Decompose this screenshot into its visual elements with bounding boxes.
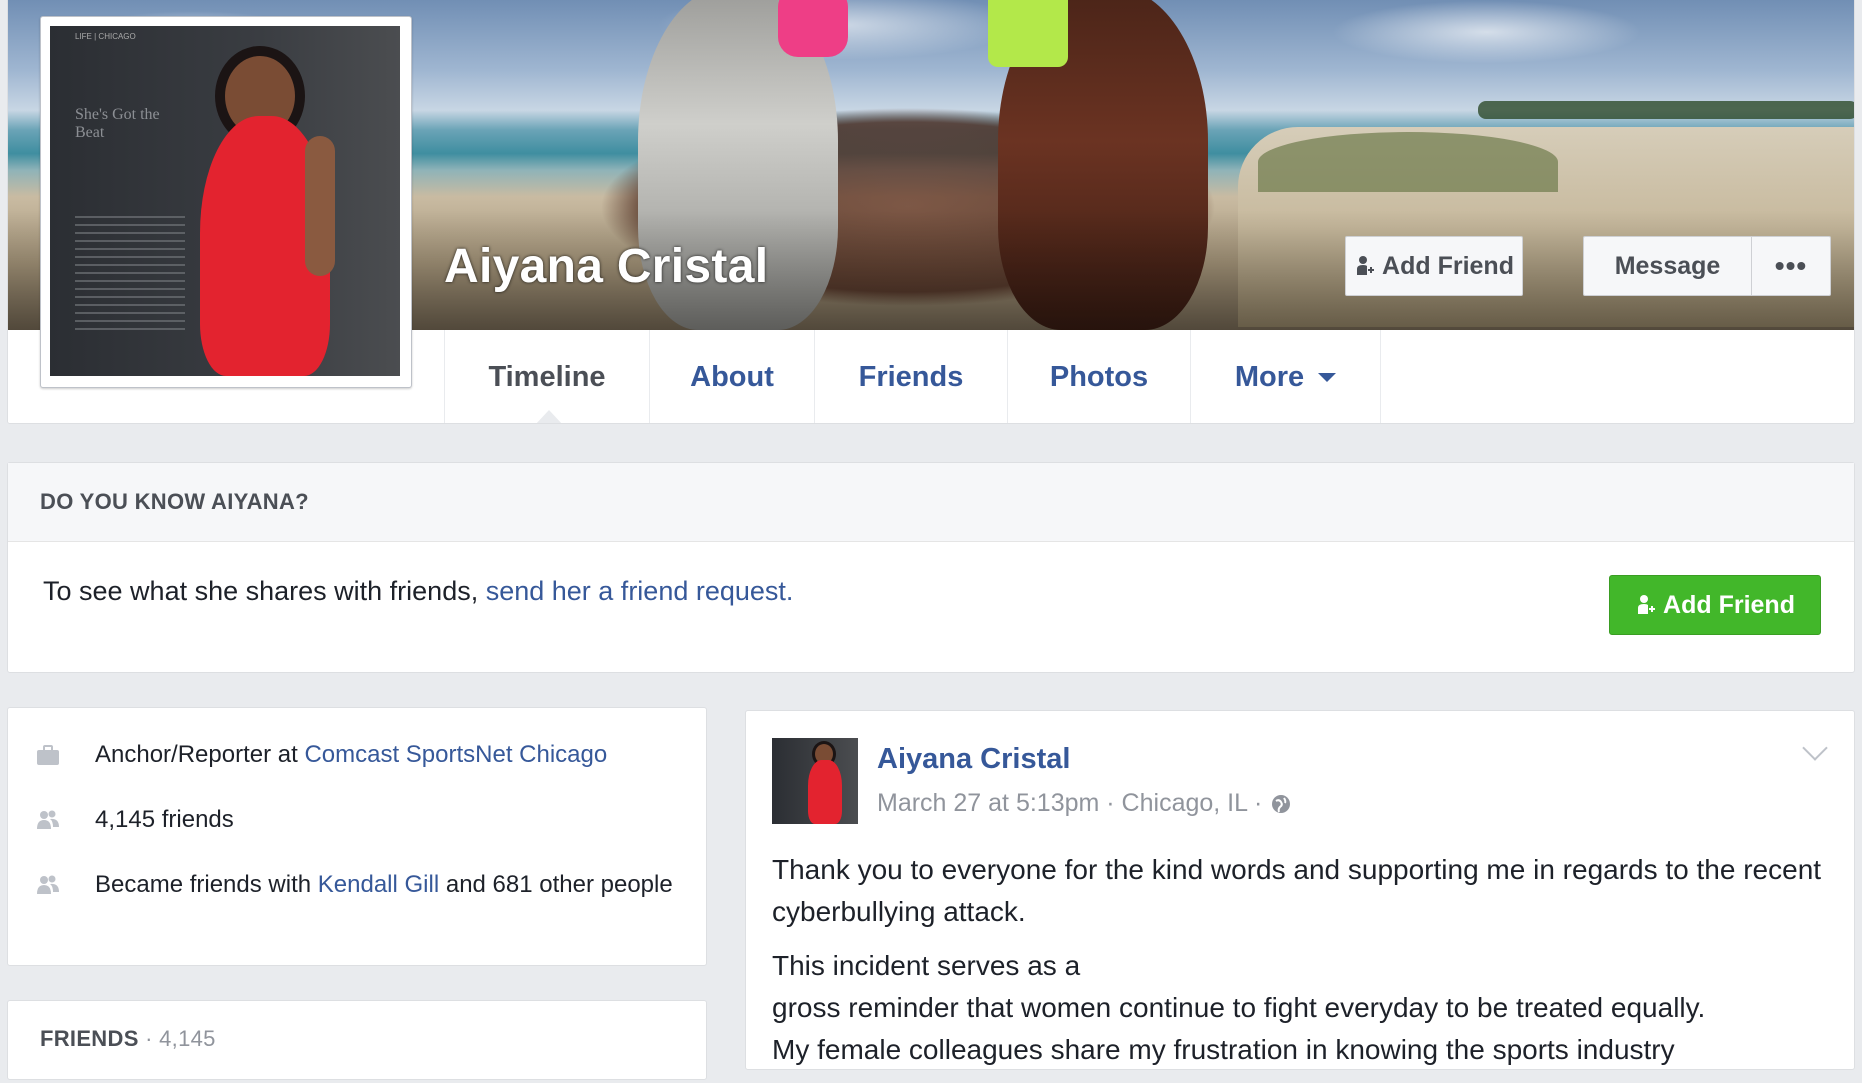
add-friend-icon bbox=[1357, 256, 1375, 275]
tab-about[interactable]: About bbox=[649, 330, 814, 423]
prompt-text: To see what she shares with friends, sen… bbox=[43, 576, 794, 606]
employer-link[interactable]: Comcast SportsNet Chicago bbox=[304, 741, 607, 768]
friend-request-prompt: DO YOU KNOW AIYANA? To see what she shar… bbox=[7, 462, 1855, 673]
profile-name[interactable]: Aiyana Cristal bbox=[444, 239, 768, 294]
chevron-down-icon bbox=[1318, 373, 1337, 382]
cover-add-friend-label: Add Friend bbox=[1382, 251, 1514, 280]
send-friend-request-link[interactable]: send her a friend request. bbox=[486, 576, 794, 606]
intro-became-friends: Became friends with Kendall Gill and 681… bbox=[35, 868, 675, 902]
add-friend-icon bbox=[1638, 595, 1656, 614]
more-options-icon: ••• bbox=[1774, 250, 1808, 281]
intro-friends: 4,145 friends bbox=[35, 803, 234, 837]
post-author-avatar[interactable] bbox=[772, 738, 858, 824]
magazine-headline: She's Got the Beat bbox=[75, 106, 160, 141]
post-meta: March 27 at 5:13pm · Chicago, IL · bbox=[877, 789, 1292, 818]
friends-heading[interactable]: FRIENDS · 4,145 bbox=[40, 1026, 216, 1052]
tab-friends[interactable]: Friends bbox=[814, 330, 1007, 423]
mutual-friend-link[interactable]: Kendall Gill bbox=[318, 871, 439, 898]
post-paragraph: This incident serves as a gross reminder… bbox=[772, 950, 1706, 1065]
friends-count[interactable]: 4,145 friends bbox=[95, 803, 234, 837]
briefcase-icon bbox=[37, 745, 59, 765]
add-friend-label: Add Friend bbox=[1663, 590, 1795, 619]
tab-photos[interactable]: Photos bbox=[1007, 330, 1190, 423]
prompt-heading: DO YOU KNOW AIYANA? bbox=[8, 463, 1854, 542]
post-options-chevron-icon[interactable] bbox=[1802, 735, 1828, 761]
more-options-button[interactable]: ••• bbox=[1751, 236, 1831, 296]
timeline-post: Aiyana Cristal March 27 at 5:13pm · Chic… bbox=[745, 710, 1855, 1070]
friends-icon bbox=[37, 875, 59, 894]
friends-card: FRIENDS · 4,145 bbox=[7, 1000, 707, 1080]
message-label: Message bbox=[1614, 251, 1721, 280]
intro-card: Anchor/Reporter at Comcast SportsNet Chi… bbox=[7, 707, 707, 966]
active-tab-pointer bbox=[535, 410, 563, 423]
message-button[interactable]: Message bbox=[1583, 236, 1751, 296]
profile-picture[interactable]: LIFE | CHICAGO She's Got the Beat bbox=[40, 16, 412, 388]
globe-icon bbox=[1272, 794, 1291, 813]
cover-add-friend-button[interactable]: Add Friend bbox=[1345, 236, 1523, 296]
friends-icon bbox=[37, 810, 59, 829]
profile-header: Aiyana Cristal Add Friend Message ••• Ti… bbox=[7, 0, 1855, 424]
post-paragraph: Thank you to everyone for the kind words… bbox=[772, 854, 1822, 927]
intro-work: Anchor/Reporter at Comcast SportsNet Chi… bbox=[35, 738, 607, 772]
post-timestamp[interactable]: March 27 at 5:13pm · Chicago, IL · bbox=[877, 789, 1262, 818]
magazine-header: LIFE | CHICAGO bbox=[75, 32, 136, 41]
post-author-name[interactable]: Aiyana Cristal bbox=[877, 743, 1070, 776]
tab-more[interactable]: More bbox=[1190, 330, 1381, 423]
add-friend-button[interactable]: Add Friend bbox=[1609, 575, 1821, 635]
